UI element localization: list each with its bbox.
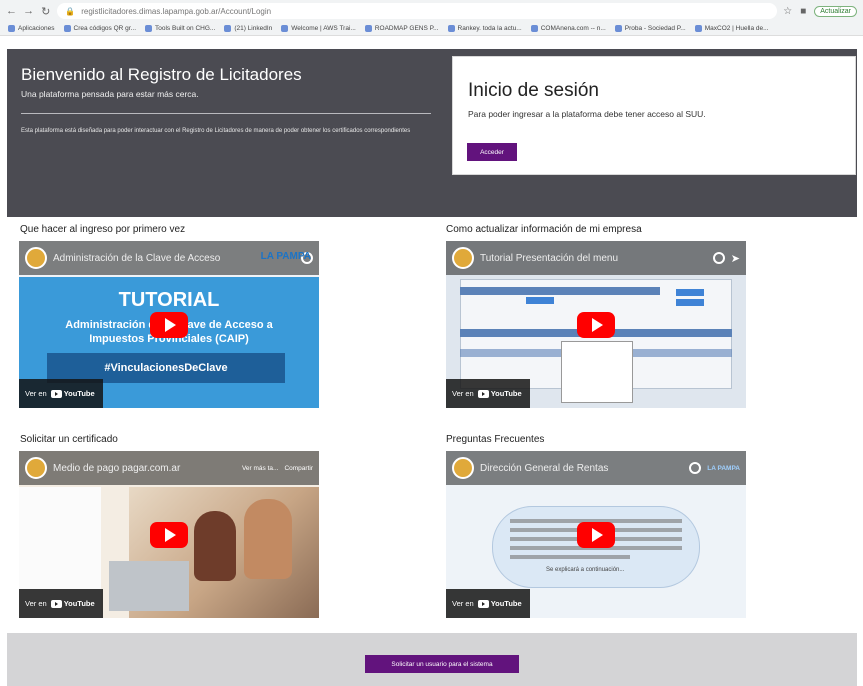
play-button[interactable] bbox=[150, 311, 188, 338]
reload-icon[interactable]: ↻ bbox=[40, 4, 51, 18]
bookmark-item[interactable]: (21) LinkedIn bbox=[224, 25, 272, 32]
video-title[interactable]: Dirección General de Rentas bbox=[480, 463, 683, 474]
bookmark-icon bbox=[694, 25, 702, 32]
bookmark-icon bbox=[364, 25, 372, 32]
bookmarks-bar: Aplicaciones Crea códigos QR gr... Tools… bbox=[0, 22, 863, 36]
video-header: Tutorial Presentación del menu ➤ bbox=[446, 241, 746, 275]
person-figure bbox=[244, 499, 292, 579]
person-figure bbox=[194, 511, 236, 581]
bookmark-icon bbox=[63, 25, 71, 32]
request-user-button[interactable]: Solicitar un usuario para el sistema bbox=[365, 655, 519, 673]
youtube-icon: YouTube bbox=[477, 389, 522, 398]
video-tutorial-text: TUTORIAL bbox=[118, 289, 220, 311]
video-header: Dirección General de Rentas LA PAMPA bbox=[446, 451, 746, 485]
channel-avatar[interactable] bbox=[25, 457, 47, 479]
brand-logo: LA PAMPA bbox=[707, 464, 740, 472]
channel-avatar[interactable] bbox=[452, 247, 474, 269]
bookmark-icon bbox=[281, 25, 289, 32]
bookmark-item[interactable]: Aplicaciones bbox=[8, 25, 55, 32]
address-bar[interactable]: 🔒 registlicitadores.dimas.lapampa.gob.ar… bbox=[57, 3, 778, 19]
video-note: Se explicará a continuación... bbox=[546, 567, 625, 573]
video-embed-first-login[interactable]: TUTORIAL Administración de la Clave de A… bbox=[19, 241, 319, 408]
bookmark-icon bbox=[447, 25, 455, 32]
linkedin-icon bbox=[224, 25, 232, 32]
channel-avatar[interactable] bbox=[25, 247, 47, 269]
hero-description: Esta plataforma está diseñada para poder… bbox=[21, 128, 411, 134]
login-card: Inicio de sesión Para poder ingresar a l… bbox=[452, 56, 856, 175]
video-title[interactable]: Medio de pago pagar.com.ar bbox=[53, 463, 236, 474]
browser-toolbar: ← → ↻ 🔒 registlicitadores.dimas.lapampa.… bbox=[0, 0, 863, 22]
lock-icon: 🔒 bbox=[65, 6, 76, 16]
bookmark-item[interactable]: Rankey. toda la actu... bbox=[447, 25, 522, 32]
brand-logo: LA PAMPA bbox=[260, 251, 311, 262]
play-button[interactable] bbox=[577, 521, 615, 548]
youtube-icon: YouTube bbox=[50, 599, 95, 608]
play-icon bbox=[165, 527, 176, 542]
extensions-icon[interactable]: ■ bbox=[800, 6, 806, 17]
bookmark-item[interactable]: COMAnena.com -- n... bbox=[530, 25, 606, 32]
login-text: Para poder ingresar a la plataforma debe… bbox=[468, 109, 706, 119]
login-title: Inicio de sesión bbox=[468, 80, 599, 101]
play-icon bbox=[592, 317, 603, 332]
section-title: Que hacer al ingreso por primero vez bbox=[20, 224, 186, 235]
video-title[interactable]: Administración de la Clave de Acceso bbox=[53, 253, 295, 264]
footer-bar: Solicitar un usuario para el sistema bbox=[7, 633, 857, 686]
play-button[interactable] bbox=[150, 521, 188, 548]
star-icon[interactable]: ☆ bbox=[783, 6, 792, 17]
update-button[interactable]: Actualizar bbox=[814, 5, 857, 17]
clock-icon[interactable] bbox=[712, 252, 725, 264]
bookmark-icon bbox=[145, 25, 152, 32]
laptop-figure bbox=[109, 561, 189, 611]
clock-icon[interactable] bbox=[689, 462, 702, 474]
watch-later-label[interactable]: Ver más ta... bbox=[242, 465, 279, 472]
section-title: Preguntas Frecuentes bbox=[446, 434, 545, 445]
video-dialog-preview bbox=[561, 341, 633, 403]
youtube-icon: YouTube bbox=[477, 599, 522, 608]
play-icon bbox=[592, 527, 603, 542]
play-icon bbox=[165, 317, 176, 332]
divider bbox=[21, 113, 431, 114]
bookmark-icon bbox=[614, 25, 622, 32]
forward-icon[interactable]: → bbox=[23, 4, 34, 18]
hero-title: Bienvenido al Registro de Licitadores bbox=[21, 65, 302, 84]
watch-on-youtube[interactable]: Ver en YouTube bbox=[446, 379, 530, 408]
bookmark-item[interactable]: Proba - Sociedad P... bbox=[614, 25, 686, 32]
share-label[interactable]: Compartir bbox=[284, 465, 313, 472]
access-button[interactable]: Acceder bbox=[467, 143, 517, 161]
watch-on-youtube[interactable]: Ver en YouTube bbox=[19, 379, 103, 408]
url-text: registlicitadores.dimas.lapampa.gob.ar/A… bbox=[81, 6, 272, 16]
watch-on-youtube[interactable]: Ver en YouTube bbox=[446, 589, 530, 618]
apps-icon bbox=[8, 25, 15, 32]
bookmark-icon bbox=[530, 25, 538, 32]
channel-avatar[interactable] bbox=[452, 457, 474, 479]
bookmark-item[interactable]: Crea códigos QR gr... bbox=[63, 25, 136, 32]
video-title[interactable]: Tutorial Presentación del menu bbox=[480, 253, 707, 264]
bookmark-item[interactable]: Welcome | AWS Trai... bbox=[281, 25, 356, 32]
back-icon[interactable]: ← bbox=[6, 4, 17, 18]
video-header: Medio de pago pagar.com.ar Ver más ta...… bbox=[19, 451, 319, 485]
video-embed-request-certificate[interactable]: Medio de pago pagar.com.ar Ver más ta...… bbox=[19, 451, 319, 618]
watch-on-youtube[interactable]: Ver en YouTube bbox=[19, 589, 103, 618]
bookmark-item[interactable]: ROADMAP GENS P... bbox=[364, 25, 439, 32]
video-embed-faq[interactable]: Se explicará a continuación... Dirección… bbox=[446, 451, 746, 618]
section-title: Como actualizar información de mi empres… bbox=[446, 224, 642, 235]
youtube-icon: YouTube bbox=[50, 389, 95, 398]
share-icon[interactable]: ➤ bbox=[731, 252, 740, 265]
video-embed-update-company[interactable]: Tutorial Presentación del menu ➤ Ver en … bbox=[446, 241, 746, 408]
bookmark-item[interactable]: MaxCO2 | Huella de... bbox=[694, 25, 769, 32]
hero-subtitle: Una plataforma pensada para estar más ce… bbox=[21, 89, 199, 99]
play-button[interactable] bbox=[577, 311, 615, 338]
bookmark-item[interactable]: Tools Built on CHG... bbox=[145, 25, 215, 32]
section-title: Solicitar un certificado bbox=[20, 434, 118, 445]
